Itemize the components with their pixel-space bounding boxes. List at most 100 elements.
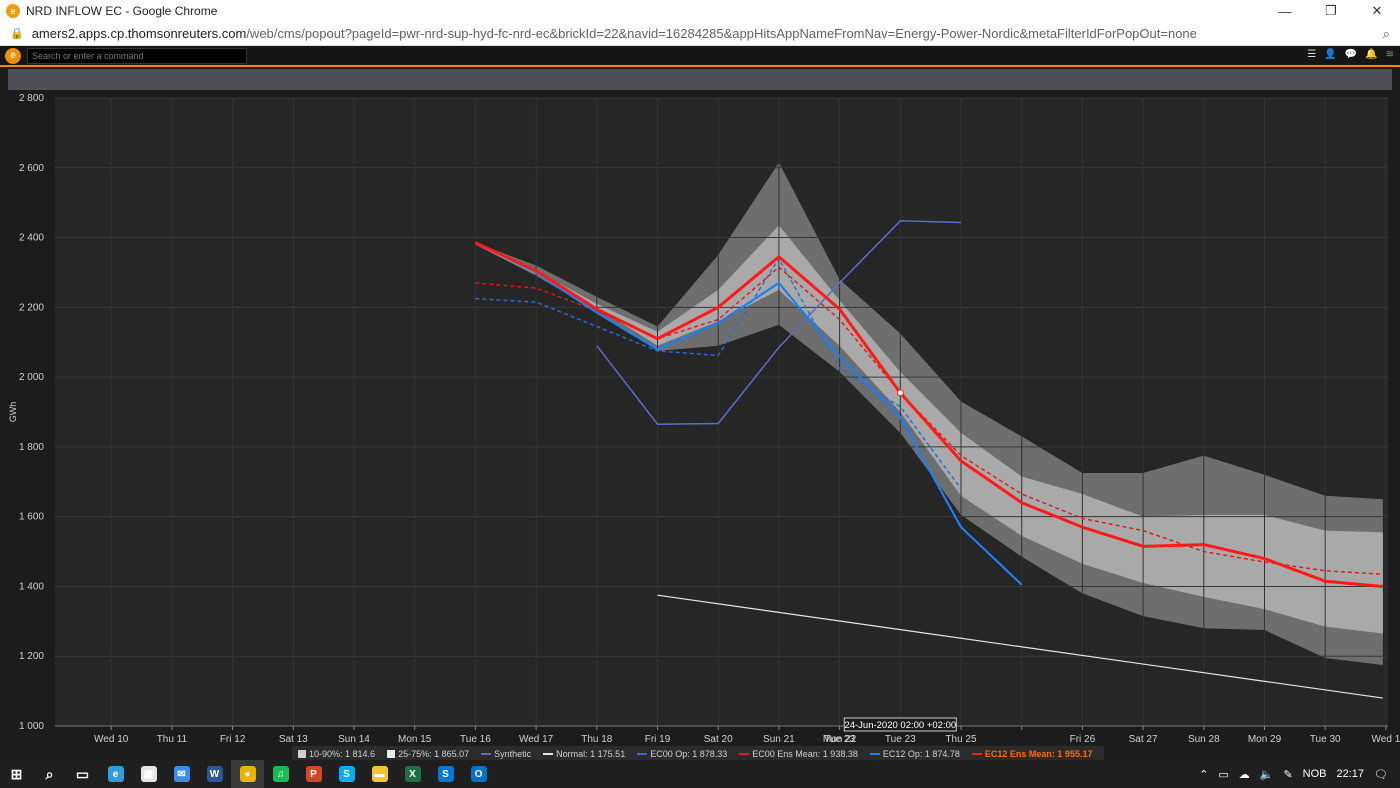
url-path: /web/cms/popout?pageId=pwr-nrd-sup-hyd-f…	[246, 26, 1197, 41]
legend-label: EC12 Op: 1 874.78	[882, 749, 960, 759]
x-tick-label: Sun 21	[763, 734, 795, 745]
x-tick-label: Tue 30	[1310, 734, 1341, 745]
taskbar-store-icon[interactable]: ▦	[132, 760, 165, 788]
x-tick-label: Wed 10	[94, 734, 129, 745]
legend-item[interactable]: EC00 Op: 1 878.33	[637, 749, 727, 759]
legend-item[interactable]: EC12 Ens Mean: 1 955.17	[971, 749, 1092, 759]
x-tick-label: Wed 1	[1372, 734, 1400, 745]
command-input[interactable]	[27, 47, 247, 64]
start-glyph: ⊞	[10, 765, 23, 782]
inflow-chart: 2 800 2 600 2 400 2 200 2 000 1 800 1 600 1 400…	[0, 90, 1400, 746]
x-tick-label: Fri 12	[220, 734, 246, 745]
taskbar-edge-icon[interactable]: e	[99, 760, 132, 788]
url-text[interactable]: amers2.apps.cp.thomsonreuters.com/web/cm…	[32, 26, 1197, 41]
x-tick-label: Fri 26	[1070, 734, 1096, 745]
x-tick-label: Wed 17	[519, 734, 554, 745]
chrome-glyph: ●	[239, 766, 256, 782]
outlook-glyph: O	[470, 766, 487, 782]
legend-label: EC00 Op: 1 878.33	[650, 749, 728, 759]
y-tick-label: 2 000	[19, 372, 44, 383]
y-axis-label: GWh	[8, 402, 18, 423]
battery-icon[interactable]: ▭	[1218, 768, 1228, 781]
menu-icon[interactable]: ☰	[1307, 49, 1316, 60]
x-tick-label: Tue 23	[885, 734, 916, 745]
chat-icon[interactable]: 💬	[1345, 49, 1357, 60]
search-icon[interactable]: ⌕	[1383, 26, 1390, 42]
taskbar-excel-icon[interactable]: X	[396, 760, 429, 788]
system-tray: ⌃ ▭ ☁ 🔈 ✎ NOB 22:17 🗨	[1199, 760, 1400, 788]
x-tick-label: Tue 23	[824, 734, 855, 745]
crosshair-label: 24-Jun-2020 02:00 +02:00	[844, 720, 956, 731]
notification-icon[interactable]: 🗨	[1374, 768, 1388, 781]
taskbar-explorer-icon[interactable]: ▬	[363, 760, 396, 788]
taskbar-task-view-icon[interactable]: ▭	[66, 760, 99, 788]
y-tick-label: 1 400	[19, 581, 44, 592]
pen-icon[interactable]: ✎	[1283, 768, 1292, 781]
x-tick-label: Thu 18	[581, 734, 613, 745]
address-bar[interactable]: 🔒 amers2.apps.cp.thomsonreuters.com/web/…	[0, 22, 1400, 46]
search-glyph: ⌕	[45, 765, 54, 782]
close-button[interactable]: ✕	[1354, 0, 1400, 22]
toolbar-icons: ☰ 👤 💬 🔔 ≋	[1307, 49, 1394, 60]
window-title: NRD INFLOW EC - Google Chrome	[26, 4, 218, 18]
legend-label: 10-90%: 1 814.6	[309, 749, 376, 759]
taskbar-search-icon[interactable]: ⌕	[33, 760, 66, 788]
legend-swatch	[971, 753, 982, 755]
taskbar-start-icon[interactable]: ⊞	[0, 760, 33, 788]
y-tick-label: 1 600	[19, 512, 44, 523]
x-tick-label: Mon 29	[1248, 734, 1282, 745]
powerpoint-glyph: P	[305, 766, 322, 782]
taskbar-word-icon[interactable]: W	[198, 760, 231, 788]
panel-header	[8, 69, 1392, 90]
bell-icon[interactable]: 🔔	[1365, 49, 1377, 60]
y-tick-label: 1 800	[19, 442, 44, 453]
legend-swatch	[637, 753, 648, 755]
legend-item[interactable]: 10-90%: 1 814.6	[298, 749, 375, 759]
taskbar-spotify-icon[interactable]: ♫	[264, 760, 297, 788]
y-tick-label: 2 400	[19, 233, 44, 244]
x-tick-label: Sat 20	[704, 734, 733, 745]
legend-swatch	[869, 753, 880, 755]
explorer-glyph: ▬	[371, 766, 388, 782]
wifi-icon: ≋	[1385, 49, 1394, 60]
minimize-button[interactable]: —	[1262, 0, 1308, 22]
legend-swatch	[298, 750, 306, 758]
network-icon[interactable]: ☁	[1239, 768, 1250, 781]
legend-swatch	[387, 750, 396, 758]
y-tick-label: 1 000	[19, 721, 44, 732]
volume-icon[interactable]: 🔈	[1260, 768, 1274, 781]
legend-label: 25-75%: 1 865.07	[398, 749, 470, 759]
eikon-toolbar: e ☰ 👤 💬 🔔 ≋	[0, 46, 1400, 67]
legend-swatch	[481, 753, 492, 755]
crosshair-point	[896, 389, 904, 397]
taskbar-skype-business-icon[interactable]: S	[429, 760, 462, 788]
legend-item[interactable]: Synthetic	[481, 749, 531, 759]
y-tick-label: 2 800	[19, 93, 44, 104]
y-tick-label: 2 200	[19, 302, 44, 313]
legend-item[interactable]: Normal: 1 175.51	[543, 749, 625, 759]
x-tick-label: Thu 25	[945, 734, 977, 745]
taskbar-powerpoint-icon[interactable]: P	[297, 760, 330, 788]
taskbar-outlook-icon[interactable]: O	[462, 760, 495, 788]
taskbar-mail-icon[interactable]: ✉	[165, 760, 198, 788]
language-indicator[interactable]: NOB	[1303, 768, 1327, 780]
user-icon[interactable]: 👤	[1324, 49, 1336, 60]
x-tick-label: Sun 28	[1188, 734, 1220, 745]
x-tick-label: Thu 11	[157, 734, 188, 745]
maximize-button[interactable]: ❐	[1308, 0, 1354, 22]
taskbar-apps: ⊞ ⌕ ▭ e ▦ ✉ W ● ♫ P S ▬ X S O	[0, 760, 495, 788]
chevron-up-icon[interactable]: ⌃	[1199, 768, 1208, 781]
legend-item[interactable]: 25-75%: 1 865.07	[387, 749, 469, 759]
legend-label: Normal: 1 175.51	[556, 749, 626, 759]
taskbar-chrome-icon[interactable]: ●	[231, 760, 264, 788]
skype-business-glyph: S	[437, 766, 454, 782]
x-tick-label: Tue 16	[460, 734, 491, 745]
legend-item[interactable]: EC00 Ens Mean: 1 938.38	[739, 749, 858, 759]
task-view-glyph: ▭	[75, 765, 90, 782]
taskbar-skype-icon[interactable]: S	[330, 760, 363, 788]
lock-icon: 🔒	[10, 28, 24, 40]
legend-item[interactable]: EC12 Op: 1 874.78	[869, 749, 960, 759]
eikon-logo-icon[interactable]: e	[5, 47, 21, 64]
x-tick-label: Sat 13	[279, 734, 308, 745]
clock[interactable]: 22:17	[1337, 768, 1365, 780]
